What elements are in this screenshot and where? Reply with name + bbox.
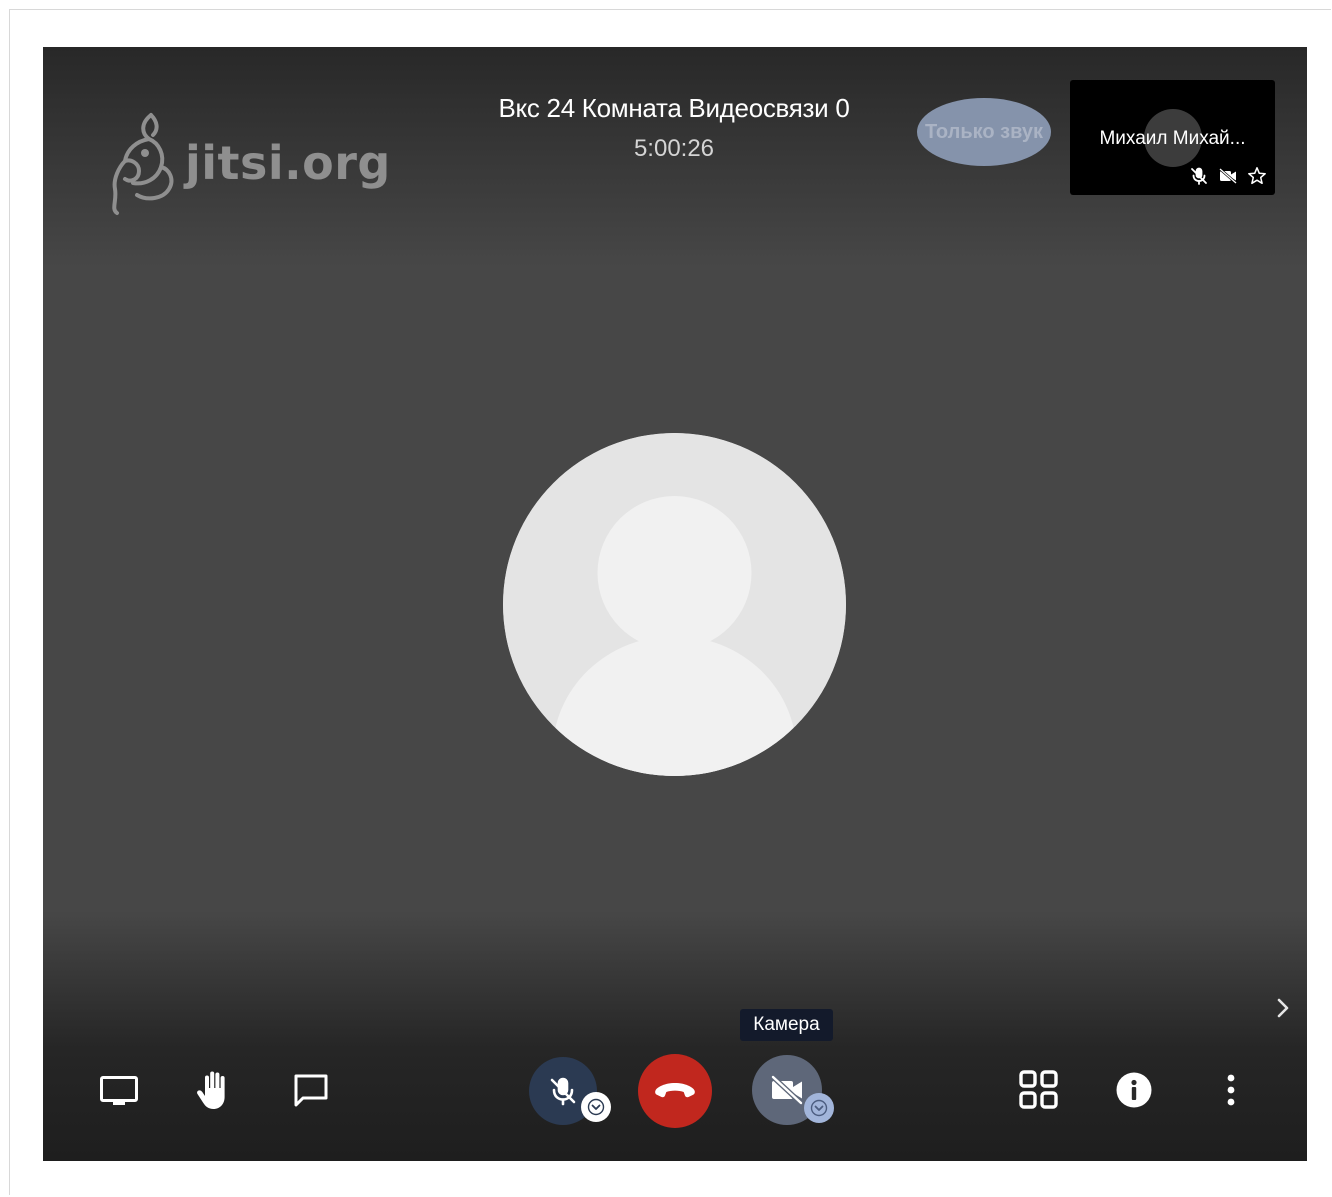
jitsi-logo-icon: [112, 113, 174, 215]
camera-off-icon: [770, 1074, 804, 1106]
info-button[interactable]: [1111, 1067, 1157, 1113]
audio-only-badge[interactable]: Только звук: [917, 98, 1051, 166]
chat-button[interactable]: [288, 1067, 334, 1115]
camera-tooltip: Камера: [740, 1009, 833, 1041]
default-avatar-icon: [503, 433, 846, 776]
more-options-icon: [1227, 1074, 1235, 1106]
screen-share-button[interactable]: [95, 1069, 143, 1113]
chevron-down-icon: [810, 1099, 828, 1117]
mic-muted-icon: [1191, 167, 1207, 185]
hangup-icon: [655, 1083, 695, 1098]
chevron-right-icon[interactable]: [1272, 995, 1294, 1021]
jitsi-logo[interactable]: jitsi.org: [107, 109, 397, 217]
tile-view-button[interactable]: [1014, 1066, 1064, 1114]
raise-hand-button[interactable]: [191, 1065, 239, 1115]
more-options-button[interactable]: [1213, 1067, 1249, 1113]
moderator-star-icon: [1248, 167, 1266, 185]
chat-icon: [294, 1074, 328, 1107]
tile-view-icon: [1019, 1070, 1058, 1109]
screen-share-icon: [100, 1076, 138, 1105]
tooltip-text: Камера: [753, 1014, 820, 1035]
conference-title: Вкс 24 Комната Видеосвязи 0: [498, 93, 850, 123]
raise-hand-icon: [197, 1071, 225, 1109]
conference-timer: 5:00:26: [633, 135, 715, 162]
audio-only-label: Только звук: [924, 120, 1044, 143]
participant-thumbnail[interactable]: Михаил Михай...: [1070, 80, 1275, 195]
camera-off-icon: [1219, 168, 1237, 184]
camera-options-button[interactable]: [804, 1093, 834, 1123]
chevron-down-icon: [587, 1098, 605, 1116]
microphone-options-button[interactable]: [581, 1092, 611, 1122]
meeting-stage: jitsi.org Вкс 24 Комната Видеосвязи 0 5:…: [43, 47, 1307, 1161]
thumbnail-status-icons: [1189, 166, 1267, 186]
participant-avatar: [503, 433, 846, 776]
participant-name: Михаил Михай...: [1099, 128, 1246, 149]
logo-text: jitsi.org: [185, 136, 391, 190]
hangup-button[interactable]: [638, 1054, 712, 1128]
mic-muted-icon: [550, 1077, 576, 1106]
info-icon: [1116, 1072, 1152, 1108]
